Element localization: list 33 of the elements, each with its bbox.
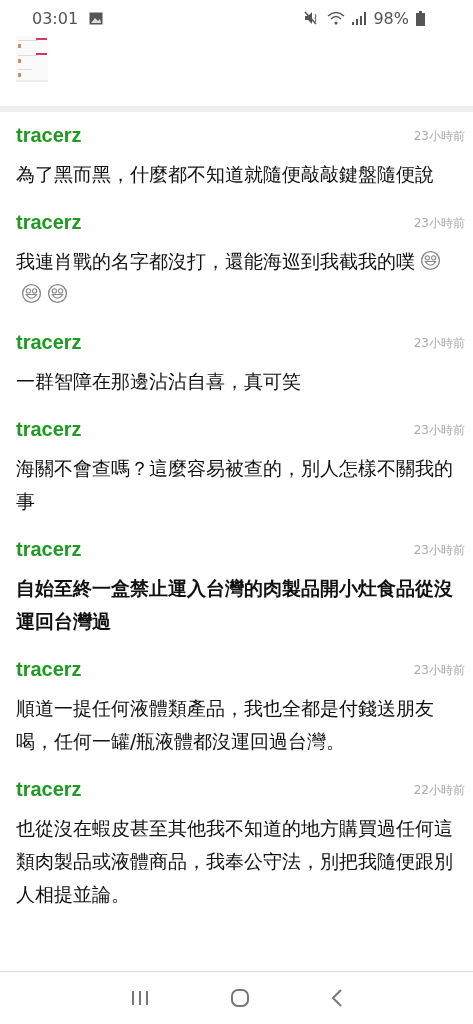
username[interactable]: tracerz (16, 658, 82, 681)
username[interactable]: tracerz (16, 538, 82, 561)
image-icon (89, 11, 104, 25)
home-icon[interactable] (229, 988, 250, 1008)
username[interactable]: tracerz (16, 418, 82, 441)
comment-text: 也從沒在蝦皮甚至其他我不知道的地方購買過任何這類肉製品或液體商品，我奉公守法，別把我隨便跟別人相提並論。 (16, 816, 454, 907)
wifi-icon (327, 11, 346, 25)
back-icon[interactable] (330, 989, 343, 1007)
timestamp: 23小時前 (413, 662, 465, 679)
comment-text: 我連肖戰的名字都沒打，還能海巡到我截我的噗 (16, 245, 465, 311)
timestamp: 23小時前 (413, 335, 465, 352)
username[interactable]: tracerz (16, 124, 82, 147)
comment-text: 順道一提任何液體類產品，我也全都是付錢送朋友喝，任何一罐/瓶液體都沒運回過台灣。 (16, 696, 435, 754)
comment-text: 一群智障在那邊沾沾自喜，真可笑 (16, 369, 302, 394)
recent-apps-icon[interactable] (130, 990, 149, 1006)
grinning-face-icon (21, 283, 42, 304)
timestamp: 23小時前 (413, 215, 465, 232)
timestamp: 22小時前 (413, 782, 465, 799)
battery-percent: 98% (373, 8, 409, 28)
grinning-face-icon (47, 283, 68, 304)
grinning-face-icon (420, 250, 441, 271)
timestamp: 23小時前 (413, 422, 465, 439)
comment-text: 海關不會查嗎？這麼容易被查的，別人怎樣不關我的事 (16, 456, 454, 514)
username[interactable]: tracerz (16, 778, 82, 801)
signal-icon (352, 11, 367, 25)
comment-text: 為了黑而黑，什麼都不知道就隨便敲敲鍵盤隨便說 (16, 162, 435, 187)
username[interactable]: tracerz (16, 331, 82, 354)
username[interactable]: tracerz (16, 211, 82, 234)
comment-text: 自始至終一盒禁止運入台灣的肉製品開小灶食品從沒運回台灣過 (16, 576, 454, 634)
timestamp: 23小時前 (413, 542, 465, 559)
timestamp: 23小時前 (413, 128, 465, 145)
battery-icon (416, 10, 425, 26)
clock: 03:01 (32, 8, 79, 28)
